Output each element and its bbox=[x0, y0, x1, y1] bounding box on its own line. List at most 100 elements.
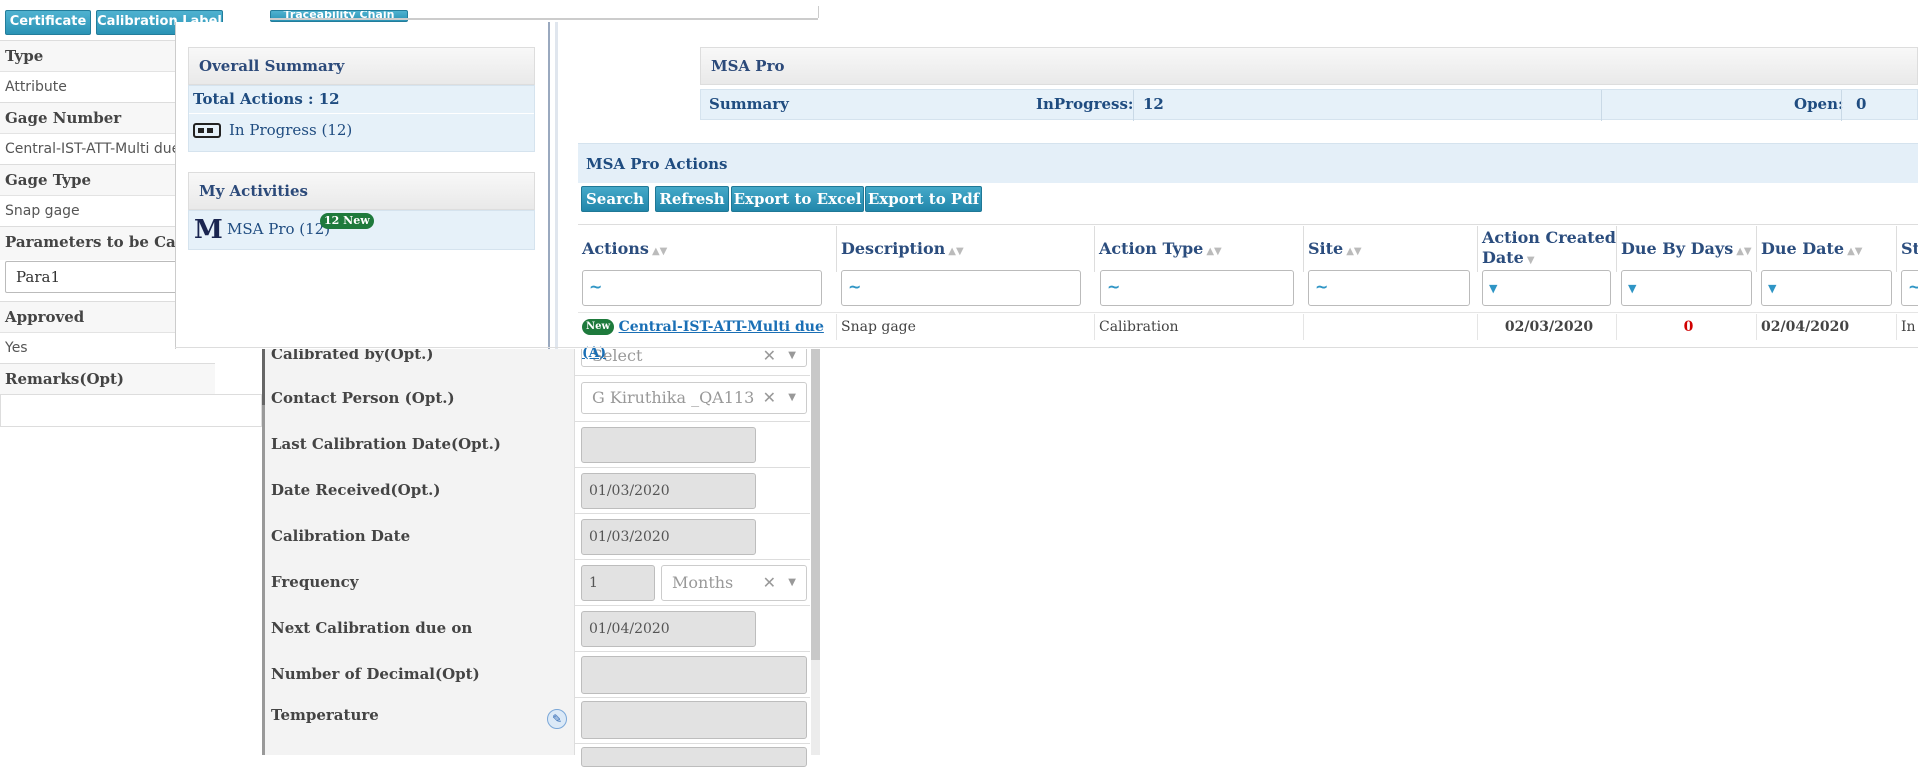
column-header-description[interactable]: Description ▲▼ bbox=[837, 226, 1095, 272]
divider bbox=[1601, 90, 1602, 121]
created-date-filter-input[interactable]: ▼ bbox=[1482, 270, 1611, 306]
date-received-row: Date Received(Opt.) 01/03/2020 bbox=[265, 467, 810, 514]
temperature-row: Temperature ✎ bbox=[265, 697, 810, 744]
search-button[interactable]: Search bbox=[581, 186, 649, 212]
column-header-status[interactable]: St bbox=[1897, 226, 1918, 272]
in-progress-link[interactable]: In Progress (12) bbox=[229, 121, 352, 139]
calibrated-by-label: Calibrated by(Opt.) bbox=[265, 345, 575, 375]
description-filter-input[interactable]: ~ bbox=[841, 270, 1081, 306]
contact-person-label: Contact Person (Opt.) bbox=[265, 375, 575, 421]
next-due-row: Next Calibration due on 01/04/2020 bbox=[265, 605, 810, 652]
frequency-row: Frequency 1 Months ✕ ▼ bbox=[265, 559, 810, 606]
column-header-due-by-days[interactable]: Due By Days ▲▼ bbox=[1617, 226, 1757, 272]
export-excel-button[interactable]: Export to Excel bbox=[731, 186, 864, 212]
frequency-unit-select[interactable]: Months ✕ ▼ bbox=[661, 565, 807, 601]
divider bbox=[189, 113, 534, 114]
due-by-days-filter-input[interactable]: ▼ bbox=[1621, 270, 1752, 306]
next-row-partial bbox=[265, 743, 810, 767]
clear-icon[interactable]: ✕ bbox=[763, 383, 776, 413]
next-row-label bbox=[265, 743, 575, 755]
open-value: 0 bbox=[1856, 95, 1867, 113]
temperature-input[interactable] bbox=[581, 701, 807, 739]
table-row-actions-cell: New Central-IST-ATT-Multi due (A) bbox=[578, 314, 837, 361]
msa-pro-summary-bar: Summary InProgress: 12 Open: 0 bbox=[700, 89, 1918, 121]
overall-summary-body: Total Actions : 12 In Progress (12) bbox=[188, 85, 535, 152]
contact-person-select[interactable]: G Kiruthika _QA113 ✕ ▼ bbox=[581, 382, 807, 414]
decimal-label: Number of Decimal(Opt) bbox=[265, 651, 575, 697]
contact-person-value: G Kiruthika _QA113 bbox=[592, 388, 755, 407]
status-filter-input[interactable]: ~ bbox=[1901, 270, 1918, 306]
refresh-button[interactable]: Refresh bbox=[655, 186, 729, 212]
decimal-input[interactable] bbox=[581, 656, 807, 694]
action-type-cell: Calibration bbox=[1095, 314, 1304, 340]
due-date-filter-input[interactable]: ▼ bbox=[1761, 270, 1892, 306]
column-header-action-created-date[interactable]: Action Created Date ▼ bbox=[1478, 226, 1617, 272]
inprogress-value: 12 bbox=[1143, 95, 1164, 113]
open-label: Open: bbox=[1794, 95, 1844, 113]
splitter-bar[interactable] bbox=[548, 22, 550, 349]
column-header-action-type[interactable]: Action Type ▲▼ bbox=[1095, 226, 1304, 272]
edit-icon[interactable]: ✎ bbox=[547, 709, 567, 729]
created-date-cell: 02/03/2020 bbox=[1478, 314, 1617, 340]
due-by-days-cell: 0 bbox=[1617, 314, 1757, 340]
filter-icon[interactable]: ▼ bbox=[1489, 282, 1497, 295]
calibration-date-label: Calibration Date bbox=[265, 513, 575, 559]
export-pdf-button[interactable]: Export to Pdf bbox=[865, 186, 982, 212]
column-header-actions[interactable]: Actions ▲▼ bbox=[578, 226, 837, 272]
my-activities-body: M MSA Pro (12) 12 New bbox=[188, 210, 535, 250]
site-cell bbox=[1304, 314, 1478, 340]
frequency-input[interactable]: 1 bbox=[581, 565, 655, 601]
calibrated-by-row: Calibrated by(Opt.) Select ✕ ▼ bbox=[265, 345, 810, 376]
clear-icon[interactable]: ✕ bbox=[763, 566, 776, 600]
last-calibration-date-input[interactable] bbox=[581, 427, 756, 463]
temperature-label: Temperature bbox=[265, 697, 575, 743]
msa-pro-activity-link[interactable]: MSA Pro (12) bbox=[227, 220, 330, 238]
column-header-due-date[interactable]: Due Date ▲▼ bbox=[1757, 226, 1897, 272]
progress-icon bbox=[193, 123, 221, 138]
filter-icon[interactable]: ▼ bbox=[1768, 282, 1776, 295]
form-scrollbar-thumb[interactable] bbox=[811, 345, 820, 660]
certificate-button[interactable]: Certificate bbox=[5, 10, 91, 35]
my-activities-header: My Activities bbox=[188, 172, 535, 210]
status-cell: In bbox=[1901, 319, 1916, 335]
calibration-date-row: Calibration Date 01/03/2020 bbox=[265, 513, 810, 560]
date-received-input[interactable]: 01/03/2020 bbox=[581, 473, 756, 509]
divider bbox=[1841, 90, 1842, 121]
date-received-label: Date Received(Opt.) bbox=[265, 467, 575, 513]
next-due-input[interactable]: 01/04/2020 bbox=[581, 611, 756, 647]
table-top-border bbox=[578, 224, 1918, 225]
msa-pro-header: MSA Pro bbox=[700, 47, 1918, 85]
actions-filter-input[interactable]: ~ bbox=[582, 270, 822, 306]
frequency-label: Frequency bbox=[265, 559, 575, 605]
new-badge: New bbox=[582, 319, 615, 335]
tab-bar-edge bbox=[812, 6, 819, 18]
site-filter-input[interactable]: ~ bbox=[1308, 270, 1470, 306]
new-count-badge: 12 New bbox=[320, 213, 374, 229]
action-type-filter-input[interactable]: ~ bbox=[1100, 270, 1294, 306]
divider bbox=[1133, 90, 1134, 121]
chevron-down-icon[interactable]: ▼ bbox=[788, 346, 796, 366]
next-row-input[interactable] bbox=[581, 747, 807, 767]
msa-logo-icon: M bbox=[194, 215, 223, 245]
description-cell: Snap gage bbox=[837, 314, 1095, 340]
filter-icon[interactable]: ▼ bbox=[1628, 282, 1636, 295]
splitter-shadow bbox=[555, 22, 558, 349]
clear-icon[interactable]: ✕ bbox=[763, 346, 776, 366]
column-header-site[interactable]: Site ▲▼ bbox=[1304, 226, 1478, 272]
chevron-down-icon[interactable]: ▼ bbox=[788, 566, 796, 600]
overall-summary-header: Overall Summary bbox=[188, 47, 535, 85]
overlay-bottom-border bbox=[175, 347, 1918, 348]
next-due-label: Next Calibration due on bbox=[265, 605, 575, 651]
traceability-tab-underline bbox=[270, 18, 818, 20]
calibration-date-input[interactable]: 01/03/2020 bbox=[581, 519, 756, 555]
total-actions-text: Total Actions : 12 bbox=[193, 90, 340, 108]
frequency-unit-value: Months bbox=[672, 573, 734, 592]
remarks-label: Remarks(Opt) bbox=[0, 363, 215, 394]
traceability-chain-button[interactable]: Traceability Chain bbox=[270, 10, 408, 22]
inprogress-label: InProgress: bbox=[1036, 95, 1134, 113]
chevron-down-icon[interactable]: ▼ bbox=[788, 383, 796, 413]
actions-panel-header: MSA Pro Actions bbox=[578, 143, 1918, 183]
remarks-input[interactable] bbox=[0, 394, 262, 427]
summary-label: Summary bbox=[709, 95, 789, 113]
last-calibration-label: Last Calibration Date(Opt.) bbox=[265, 421, 575, 467]
